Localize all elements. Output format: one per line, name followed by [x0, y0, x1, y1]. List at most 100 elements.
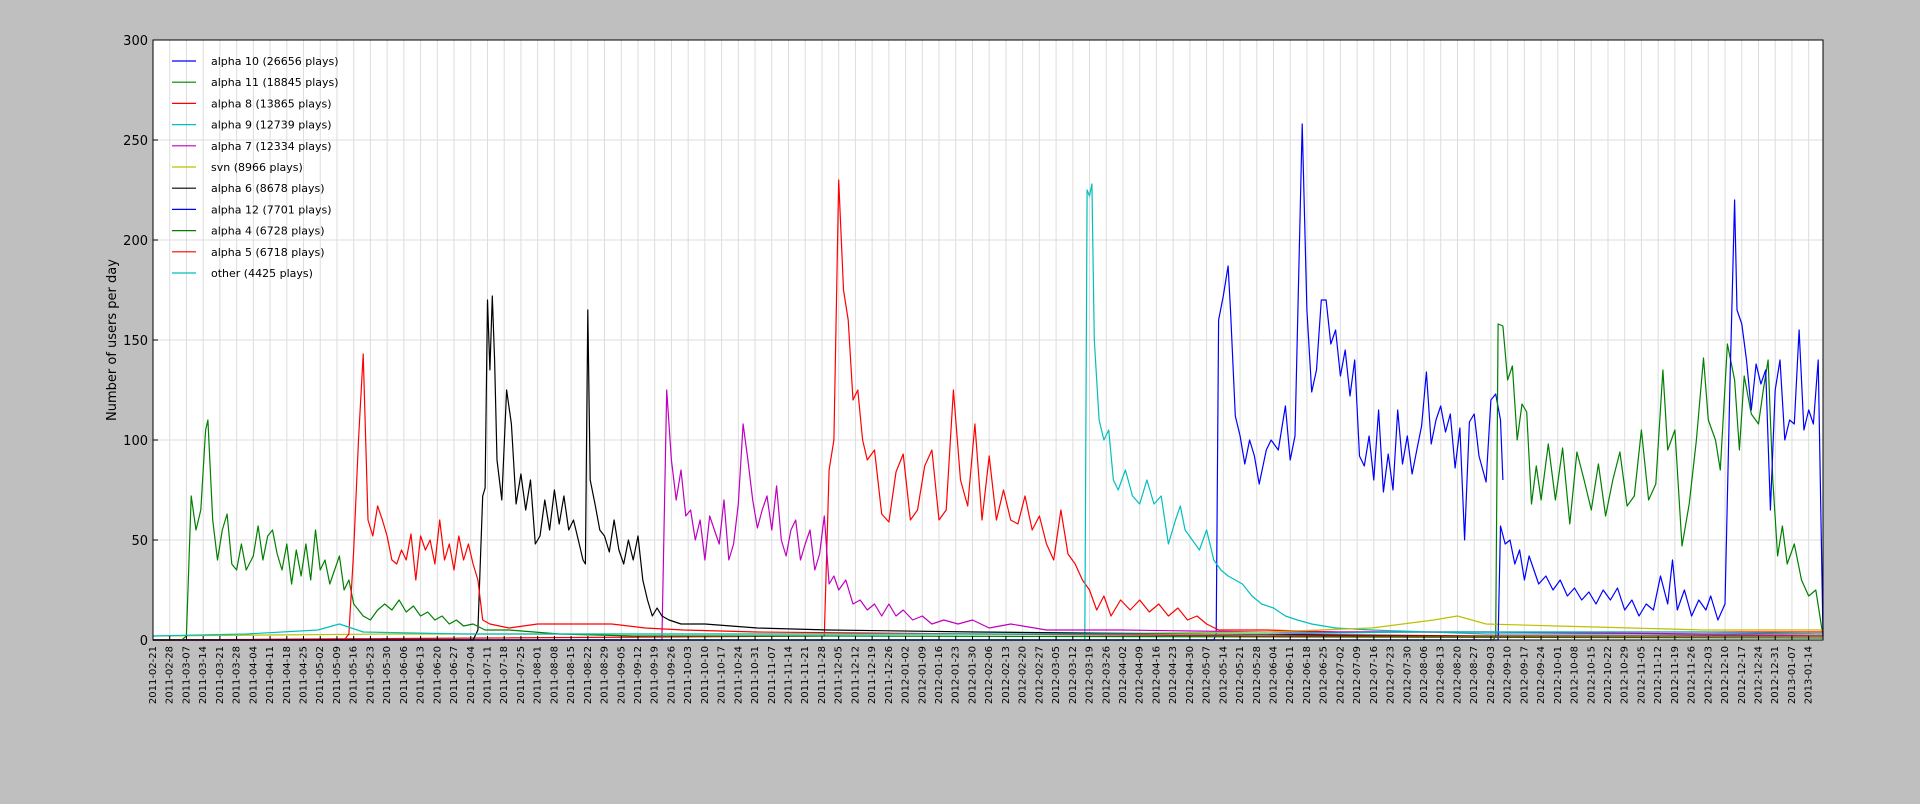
- x-tick-label: 2012-09-24: [1536, 646, 1547, 704]
- x-tick-label: 2012-07-16: [1369, 646, 1380, 704]
- x-tick-label: 2012-03-12: [1068, 646, 1079, 704]
- chart-figure: 2011-02-21 2011-02-28 2011-03-07 2011-03-14…: [0, 0, 1920, 800]
- x-tick-label: 2013-01-07: [1787, 646, 1798, 704]
- x-tick-label: 2011-03-28: [232, 646, 243, 704]
- x-tick-label: 2012-09-17: [1519, 646, 1530, 704]
- x-tick-label: 2011-10-10: [700, 646, 711, 704]
- x-tick-label: 2012-06-11: [1285, 646, 1296, 704]
- x-tick-label: 2012-02-27: [1034, 646, 1045, 704]
- x-tick-label: 2011-03-14: [198, 646, 209, 704]
- legend-entry: alpha 11 (18845 plays): [211, 76, 339, 89]
- legend-entry: alpha 8 (13865 plays): [211, 97, 332, 110]
- x-tick-label: 2011-08-01: [533, 646, 544, 704]
- x-tick-label: 2012-05-28: [1252, 646, 1263, 704]
- x-tick-label: 2011-04-18: [282, 646, 293, 704]
- x-tick-label: 2012-08-20: [1452, 646, 1463, 704]
- x-tick-label: 2012-09-10: [1503, 646, 1514, 704]
- x-tick-label: 2012-04-23: [1168, 646, 1179, 704]
- x-tick-label: 2011-09-05: [616, 646, 627, 704]
- x-tick-label: 2012-10-22: [1603, 646, 1614, 704]
- x-tick-label: 2011-09-12: [633, 646, 644, 704]
- x-tick-label: 2011-07-11: [482, 646, 493, 704]
- x-tick-label: 2011-02-28: [165, 646, 176, 704]
- x-tick-label: 2011-07-18: [499, 646, 510, 704]
- x-tick-label: 2012-11-05: [1636, 646, 1647, 704]
- x-tick-label: 2012-04-09: [1135, 646, 1146, 704]
- y-tick-label: 300: [123, 34, 148, 49]
- x-tick-label: 2012-12-31: [1770, 646, 1781, 704]
- x-tick-label: 2012-09-03: [1486, 646, 1497, 704]
- x-tick-label: 2011-12-19: [867, 646, 878, 704]
- legend-entry: alpha 6 (8678 plays): [211, 182, 325, 195]
- y-axis-label: Number of users per day: [105, 259, 120, 421]
- x-tick-label: 2012-06-25: [1319, 646, 1330, 704]
- x-tick-label: 2012-03-05: [1051, 646, 1062, 704]
- y-tick-label: 50: [131, 534, 148, 549]
- legend-entry: alpha 4 (6728 plays): [211, 225, 325, 238]
- x-tick-label: 2011-12-05: [834, 646, 845, 704]
- x-tick-label: 2011-08-29: [600, 646, 611, 704]
- legend-entry: alpha 7 (12334 plays): [211, 140, 332, 153]
- legend-entry: alpha 9 (12739 plays): [211, 119, 332, 132]
- x-tick-label: 2012-03-26: [1101, 646, 1112, 704]
- x-tick-label: 2011-10-17: [717, 646, 728, 704]
- x-tick-label: 2012-11-26: [1687, 646, 1698, 704]
- x-tick-label: 2012-01-09: [917, 646, 928, 704]
- x-tick-label: 2011-11-28: [817, 646, 828, 704]
- x-tick-label: 2012-04-30: [1185, 646, 1196, 704]
- x-tick-label: 2011-05-16: [349, 646, 360, 704]
- x-tick-label: 2012-04-02: [1118, 646, 1129, 704]
- x-tick-label: 2012-07-30: [1402, 646, 1413, 704]
- x-tick-label: 2011-05-23: [365, 646, 376, 704]
- x-tick-label: 2012-10-08: [1570, 646, 1581, 704]
- x-tick-label: 2011-08-08: [549, 646, 560, 704]
- x-tick-label: 2012-01-30: [967, 646, 978, 704]
- x-tick-label: 2012-06-04: [1269, 646, 1280, 704]
- x-tick-label: 2011-04-04: [248, 646, 259, 704]
- legend-entry: other (4425 plays): [211, 267, 313, 280]
- x-tick-label: 2012-08-27: [1469, 646, 1480, 704]
- x-tick-label: 2012-05-21: [1235, 646, 1246, 704]
- legend-entry: alpha 5 (6718 plays): [211, 246, 325, 259]
- x-tick-label: 2012-12-17: [1737, 646, 1748, 704]
- x-tick-label: 2012-07-23: [1386, 646, 1397, 704]
- x-tick-label: 2012-02-13: [1001, 646, 1012, 704]
- x-tick-label: 2012-10-29: [1620, 646, 1631, 704]
- x-tick-label: 2012-02-06: [984, 646, 995, 704]
- x-tick-label: 2012-08-06: [1419, 646, 1430, 704]
- x-tick-label: 2012-12-03: [1703, 646, 1714, 704]
- x-tick-label: 2011-11-21: [800, 646, 811, 704]
- x-tick-label: 2011-07-25: [516, 646, 527, 704]
- x-tick-label: 2012-07-09: [1352, 646, 1363, 704]
- x-tick-label: 2011-07-04: [466, 646, 477, 704]
- x-tick-label: 2011-11-14: [784, 646, 795, 704]
- x-tick-label: 2012-05-14: [1218, 646, 1229, 704]
- y-tick-label: 0: [140, 634, 148, 649]
- x-tick-label: 2012-04-16: [1151, 646, 1162, 704]
- x-tick-label: 2011-10-24: [733, 646, 744, 704]
- x-tick-label: 2011-08-22: [583, 646, 594, 704]
- line-chart: 2011-02-21 2011-02-28 2011-03-07 2011-03-14…: [0, 0, 1920, 800]
- y-tick-label: 150: [123, 334, 148, 349]
- x-tick-label: 2011-04-25: [299, 646, 310, 704]
- x-tick-label: 2012-07-02: [1335, 646, 1346, 704]
- x-tick-label: 2012-10-15: [1586, 646, 1597, 704]
- x-tick-label: 2011-03-21: [215, 646, 226, 704]
- x-tick-label: 2011-05-09: [332, 646, 343, 704]
- x-tick-label: 2011-06-20: [432, 646, 443, 704]
- x-tick-label: 2012-11-19: [1670, 646, 1681, 704]
- x-tick-label: 2011-02-21: [148, 646, 159, 704]
- x-tick-label: 2011-06-06: [399, 646, 410, 704]
- x-tick-label: 2011-12-26: [884, 646, 895, 704]
- y-tick-label: 100: [123, 434, 148, 449]
- x-tick-label: 2011-09-19: [650, 646, 661, 704]
- legend-entry: alpha 10 (26656 plays): [211, 55, 339, 68]
- x-tick-label: 2011-06-13: [416, 646, 427, 704]
- x-tick-label: 2011-10-31: [750, 646, 761, 704]
- x-tick-label: 2011-10-03: [683, 646, 694, 704]
- y-tick-label: 250: [123, 134, 148, 149]
- x-tick-label: 2011-06-27: [449, 646, 460, 704]
- x-tick-label: 2012-01-16: [934, 646, 945, 704]
- legend-entry: alpha 12 (7701 plays): [211, 203, 332, 216]
- x-tick-label: 2011-12-12: [850, 646, 861, 704]
